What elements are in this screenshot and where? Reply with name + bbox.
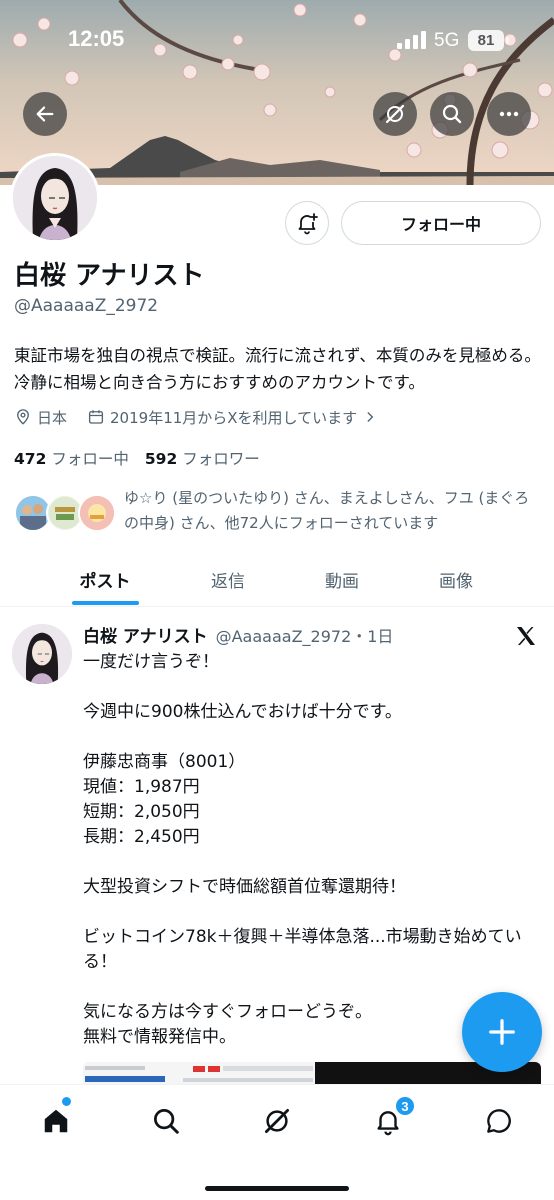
post-text: 一度だけ言うぞ！ 今週中に900株仕込んでおけば十分です。 伊藤忠商事（8001… — [83, 652, 522, 1047]
post-author-name[interactable]: 白桜 アナリスト — [83, 622, 208, 647]
bottom-navigation: 3 — [0, 1084, 554, 1200]
nav-grok[interactable] — [257, 1101, 297, 1141]
tab-posts[interactable]: ポスト — [55, 552, 155, 607]
compose-button[interactable] — [462, 992, 542, 1072]
profile-banner[interactable]: 12:05 5G 81 — [0, 0, 554, 185]
profile-tabs: ポスト 返信 動画 画像 — [0, 552, 554, 607]
plus-icon — [489, 1019, 515, 1045]
search-icon — [442, 104, 462, 124]
profile-display-name: 白桜 アナリスト — [14, 261, 205, 291]
following-count: 472 — [14, 450, 47, 468]
notification-subscribe-button[interactable] — [285, 201, 329, 245]
status-time: 12:05 — [68, 26, 125, 51]
status-bar: 12:05 5G 81 — [0, 0, 554, 80]
home-new-dot — [62, 1097, 71, 1106]
avatar-image — [12, 624, 72, 684]
profile-stats: 472 フォロー中 592 フォロワー — [14, 447, 260, 469]
following-button[interactable]: フォロー中 — [341, 201, 541, 245]
bell-plus-icon — [298, 213, 318, 235]
nav-messages[interactable] — [479, 1101, 519, 1141]
tab-replies[interactable]: 返信 — [180, 552, 276, 607]
home-indicator — [205, 1186, 349, 1191]
follower-avatar — [78, 494, 116, 532]
profile-avatar[interactable] — [10, 153, 100, 243]
post-header: 白桜 アナリスト @AaaaaaZ_2972・1日 — [83, 622, 394, 647]
nav-home[interactable] — [36, 1101, 76, 1141]
tab-images[interactable]: 画像 — [408, 552, 504, 607]
back-button[interactable] — [23, 92, 67, 136]
home-icon — [44, 1109, 68, 1133]
calendar-icon — [87, 408, 105, 426]
profile-handle: @AaaaaaZ_2972 — [14, 296, 159, 316]
search-icon — [154, 1109, 179, 1134]
location-icon — [14, 408, 32, 426]
search-button[interactable] — [430, 92, 474, 136]
more-icon — [499, 111, 519, 117]
chevron-right-icon[interactable] — [363, 410, 377, 424]
arrow-left-icon — [36, 106, 54, 122]
grok-icon — [385, 104, 405, 124]
following-link[interactable]: 472 フォロー中 — [14, 447, 129, 469]
more-button[interactable] — [487, 92, 531, 136]
followed-by[interactable]: ゆ☆り (星のついたゆり) さん、まえよしさん、フユ (まぐろの中身) さん、他… — [14, 486, 544, 542]
post-author-avatar[interactable] — [12, 624, 72, 684]
notification-badge: 3 — [394, 1095, 416, 1117]
post-author-handle: @AaaaaaZ_2972・1日 — [215, 627, 394, 646]
profile-meta: 日本 2019年11月からXを利用しています — [14, 405, 382, 429]
followers-link[interactable]: 592 フォロワー — [145, 447, 260, 469]
profile-joined-date[interactable]: 2019年11月からXを利用しています — [110, 407, 357, 428]
profile-bio: 東証市場を独自の視点で検証。流行に流されず、本質のみを見極める。冷静に相場と向き… — [14, 346, 541, 392]
followers-count: 592 — [144, 450, 178, 468]
battery-icon: 81 — [468, 30, 509, 51]
signal-icon — [397, 31, 427, 49]
followed-by-text: ゆ☆り (星のついたゆり) さん、まえよしさん、フユ (まぐろの中身) さん、他… — [124, 489, 530, 532]
tab-videos[interactable]: 動画 — [294, 552, 390, 607]
following-label: フォロー中 — [51, 450, 129, 468]
x-logo-icon — [514, 624, 538, 652]
profile-location: 日本 — [37, 408, 68, 427]
avatar-image — [13, 156, 97, 240]
network-type: 5G — [434, 30, 460, 51]
grok-icon — [265, 1109, 289, 1133]
followers-label: フォロワー — [182, 450, 260, 468]
grok-button[interactable] — [373, 92, 417, 136]
messages-icon — [487, 1109, 511, 1133]
nav-search[interactable] — [146, 1101, 186, 1141]
tab-indicator — [72, 601, 139, 605]
